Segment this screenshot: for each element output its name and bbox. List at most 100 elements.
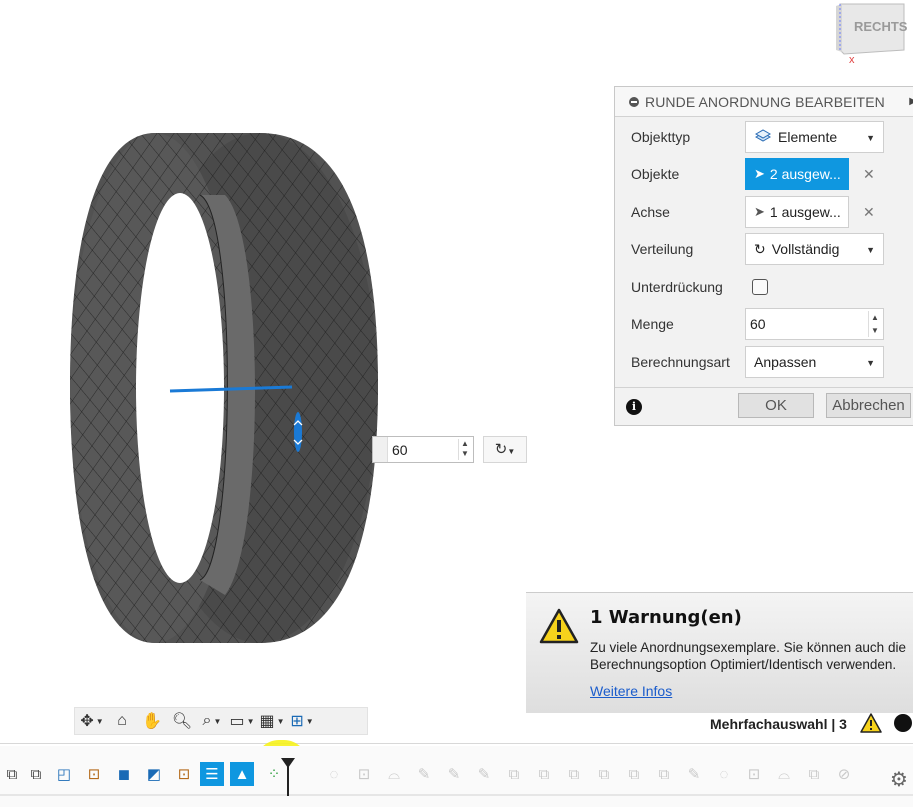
warning-icon	[539, 608, 579, 644]
grid-icon[interactable]: ▦ ▼	[259, 710, 285, 732]
unterdrueckung-label: Unterdrückung	[631, 279, 723, 295]
objekttyp-label: Objekttyp	[631, 129, 691, 145]
chevron-down-icon: ▼	[866, 133, 875, 143]
unterdrueckung-checkbox[interactable]	[752, 279, 768, 295]
timeline-feature-icon[interactable]: ⊡	[742, 762, 766, 786]
timeline-pin-icon[interactable]: ✎	[412, 762, 436, 786]
clear-objekte-icon[interactable]: ✕	[863, 166, 875, 183]
view-cube[interactable]: RECHTS x	[834, 0, 913, 66]
berechnungsart-label: Berechnungsart	[631, 354, 730, 370]
berechnungsart-value: Anpassen	[754, 354, 817, 370]
verteilung-value: Vollständig	[771, 241, 840, 257]
timeline-toolbar: ⧉ ⧉ ◰ ⊡ ◼ ◩ ⊡ ☰ ▲ ⁘ ◌ ⊡ ⌓ ✎ ✎ ✎ ⧉ ⧉ ⧉ ⧉ …	[0, 746, 913, 807]
fit-icon[interactable]: ⌕ ▼	[199, 710, 225, 732]
status-warning-icon[interactable]	[860, 713, 882, 733]
circular-pattern-dialog: RUNDE ANORDNUNG BEARBEITEN ▶ Objekttyp E…	[614, 86, 913, 426]
timeline-feature-icon[interactable]: ⧉	[622, 762, 646, 786]
row-berechnungsart: Berechnungsart Anpassen ▼	[615, 344, 913, 380]
cursor-icon: ➤	[754, 166, 765, 181]
quantity-inline-stepper[interactable]: ▲ ▼	[458, 439, 471, 460]
objekttyp-select[interactable]: Elemente ▼	[745, 121, 884, 153]
row-objekttyp: Objekttyp Elemente ▼	[615, 119, 913, 155]
info-icon[interactable]: i	[626, 399, 642, 415]
timeline-feature-icon[interactable]: ⊘	[832, 762, 856, 786]
quantity-inline-value: 60	[392, 442, 408, 458]
zoom-icon[interactable]: 🔍︎	[169, 710, 195, 732]
menge-label: Menge	[631, 316, 674, 332]
toolbar-divider	[0, 743, 913, 744]
dialog-footer: i OK Abbrechen	[615, 387, 913, 428]
timeline-feature-icon[interactable]: ◌	[712, 762, 736, 786]
full-rotation-icon: ↻	[754, 240, 766, 257]
objekte-selector[interactable]: ➤ 2 ausgew...	[745, 158, 849, 190]
timeline-feature-icon[interactable]: ◌	[322, 762, 346, 786]
menge-input[interactable]: 60 ▲ ▼	[745, 308, 884, 340]
dialog-header[interactable]: RUNDE ANORDNUNG BEARBEITEN ▶	[615, 87, 913, 117]
look-at-icon[interactable]: ⌂	[109, 710, 135, 732]
timeline-sketch-icon[interactable]: ⊡	[172, 762, 196, 786]
drag-handle[interactable]	[373, 437, 388, 462]
viewports-icon[interactable]: ⊞ ▼	[289, 710, 315, 732]
menge-stepper[interactable]: ▲ ▼	[868, 311, 881, 337]
row-menge: Menge 60 ▲ ▼	[615, 306, 913, 342]
timeline-extrude-icon[interactable]: ◼	[112, 762, 136, 786]
verteilung-select[interactable]: ↻ Vollständig ▼	[745, 233, 884, 265]
timeline-feature-icon[interactable]: ⧉	[802, 762, 826, 786]
timeline-sketch-icon[interactable]: ⧉	[24, 762, 48, 786]
timeline-plane-icon[interactable]: ◰	[52, 762, 76, 786]
timeline-fillet-icon[interactable]: ◩	[142, 762, 166, 786]
berechnungsart-select[interactable]: Anpassen ▼	[745, 346, 884, 378]
navigation-bar: ✥ ▼ ⌂ ✋ 🔍︎ ⌕ ▼ ▭ ▼ ▦ ▼ ⊞ ▼	[74, 707, 368, 735]
warning-title: 1 Warnung(en)	[590, 607, 742, 628]
timeline-marker[interactable]	[281, 758, 295, 796]
timeline-feature-icon[interactable]: ⊡	[352, 762, 376, 786]
row-unterdrueckung: Unterdrückung	[615, 269, 913, 305]
timeline-feature-icon[interactable]: ⌓	[772, 762, 796, 786]
cancel-button[interactable]: Abbrechen	[826, 393, 911, 418]
pan-hand-icon[interactable]: ✋	[139, 710, 165, 732]
features-icon	[754, 128, 772, 147]
viewcube-axis-label: x	[849, 54, 855, 66]
verteilung-label: Verteilung	[631, 241, 694, 257]
timeline-feature-icon[interactable]: ⌓	[382, 762, 406, 786]
timeline-pin-icon[interactable]: ✎	[682, 762, 706, 786]
more-info-link[interactable]: Weitere Infos	[590, 683, 672, 699]
timeline-sketch-icon[interactable]: ⊡	[82, 762, 106, 786]
objekte-label: Objekte	[631, 166, 680, 182]
timeline-track	[0, 794, 913, 796]
timeline-thread-icon[interactable]: ☰	[200, 762, 224, 786]
ok-button[interactable]: OK	[738, 393, 814, 418]
rotation-direction-button[interactable]: ↻▼	[483, 436, 527, 463]
menge-value: 60	[750, 316, 766, 332]
objekttyp-value: Elemente	[778, 129, 838, 145]
timeline-pin-icon[interactable]: ✎	[472, 762, 496, 786]
rotate-icon: ↻	[494, 441, 508, 458]
timeline-pin-icon[interactable]: ✎	[442, 762, 466, 786]
display-settings-icon[interactable]: ▭ ▼	[229, 710, 255, 732]
ring-model-viewport[interactable]	[60, 125, 400, 658]
timeline-sketch-icon[interactable]: ⧉	[0, 762, 24, 786]
cursor-icon: ➤	[754, 204, 765, 219]
timeline-feature-icon[interactable]: ⧉	[592, 762, 616, 786]
viewcube-face-label: RECHTS	[854, 19, 908, 34]
orbit-icon[interactable]: ✥ ▼	[79, 710, 105, 732]
chevron-down-icon: ▼	[866, 358, 875, 368]
row-achse: Achse ➤ 1 ausgew... ✕	[615, 194, 913, 230]
data-panel-icon[interactable]	[894, 714, 912, 732]
timeline-feature-icon[interactable]: ⧉	[652, 762, 676, 786]
warning-notification: 1 Warnung(en) Zu viele Anordnungsexempla…	[526, 592, 913, 713]
objekte-value: 2 ausgew...	[769, 166, 841, 182]
achse-selector[interactable]: ➤ 1 ausgew...	[745, 196, 849, 228]
expand-arrow-icon[interactable]: ▶	[909, 96, 913, 107]
timeline-feature-icon[interactable]: ⧉	[502, 762, 526, 786]
gear-icon[interactable]: ⚙	[890, 767, 908, 792]
warning-message: Zu viele Anordnungsexemplare. Sie können…	[590, 640, 906, 672]
collapse-icon[interactable]	[629, 96, 639, 107]
clear-achse-icon[interactable]: ✕	[863, 204, 875, 221]
timeline-mirror-icon[interactable]: ▲	[230, 762, 254, 786]
timeline-feature-icon[interactable]: ⧉	[532, 762, 556, 786]
row-verteilung: Verteilung ↻ Vollständig ▼	[615, 231, 913, 267]
quantity-inline-input[interactable]: 60 ▲ ▼	[372, 436, 474, 463]
achse-value: 1 ausgew...	[769, 204, 841, 220]
timeline-feature-icon[interactable]: ⧉	[562, 762, 586, 786]
